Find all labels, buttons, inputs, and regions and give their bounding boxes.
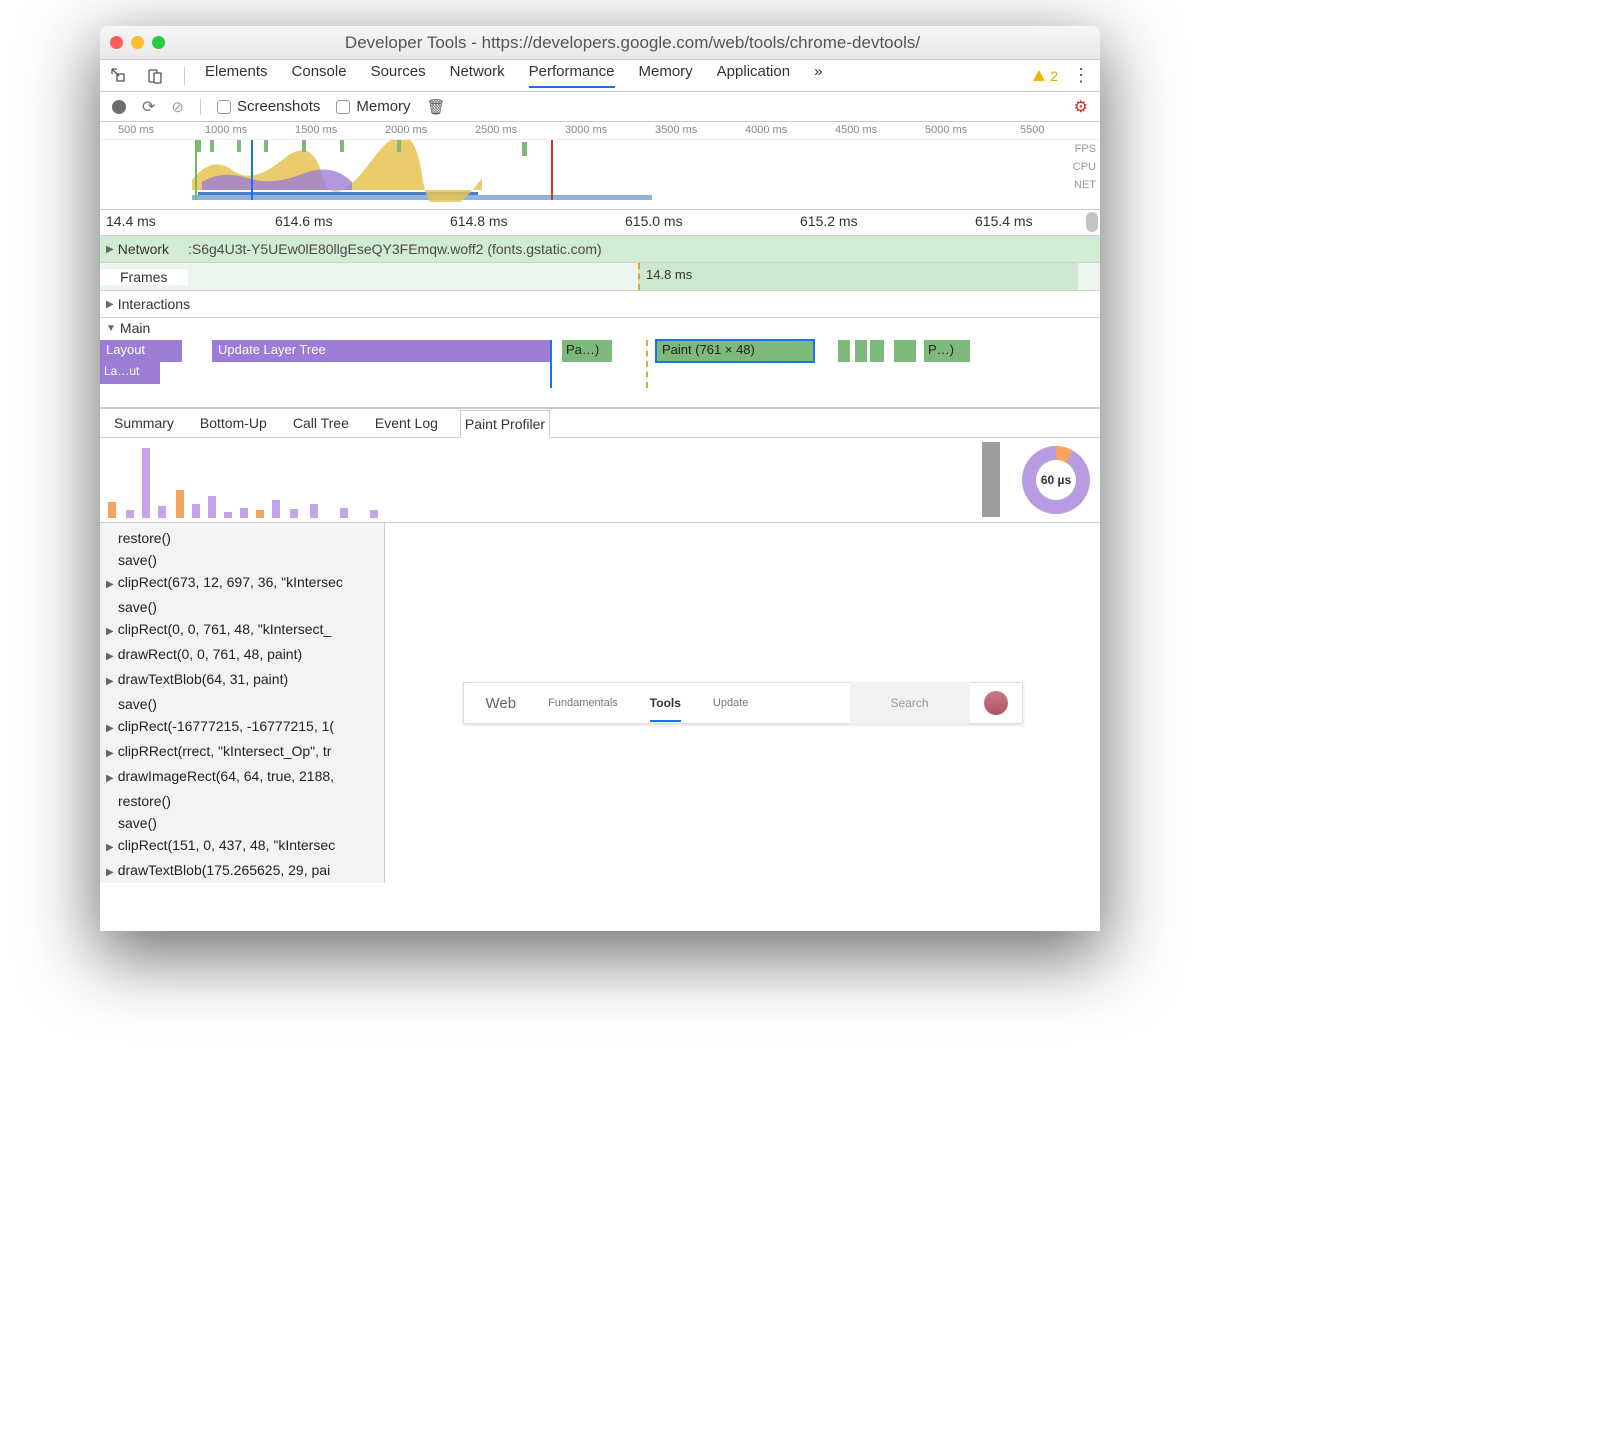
reload-record-button[interactable]: ⟳ (142, 97, 155, 117)
bar-paint-seg[interactable] (894, 340, 916, 362)
frame-boundary-cursor (646, 340, 648, 388)
overview-timeline[interactable]: 500 ms 1000 ms 1500 ms 2000 ms 2500 ms 3… (100, 122, 1100, 210)
bar-update-layer-tree[interactable]: Update Layer Tree (212, 340, 550, 362)
interactions-track[interactable]: ▶Interactions (100, 291, 1100, 318)
tab-console[interactable]: Console (292, 63, 347, 88)
paint-command[interactable]: ▶drawTextBlob(175.265625, 29, pai (100, 859, 384, 883)
settings-gear-icon[interactable]: ⚙ (1074, 97, 1088, 117)
clear-button[interactable]: ⊘ (171, 98, 184, 116)
minimize-icon[interactable] (131, 36, 144, 49)
bar-paint-selected[interactable]: Paint (761 × 48) (656, 340, 814, 362)
paint-command[interactable]: restore() (100, 527, 384, 549)
tab-paint-profiler[interactable]: Paint Profiler (460, 410, 550, 438)
paint-preview: Web Fundamentals Tools Update Search (385, 523, 1100, 883)
vertical-scrollbar[interactable] (1086, 212, 1098, 232)
avatar[interactable] (984, 691, 1008, 715)
tab-summary[interactable]: Summary (110, 410, 178, 436)
tab-sources[interactable]: Sources (371, 63, 426, 88)
bar-paint-seg[interactable] (838, 340, 850, 362)
memory-checkbox[interactable]: Memory (336, 98, 410, 115)
preview-nav-tools[interactable]: Tools (650, 696, 681, 722)
playhead-cursor[interactable] (550, 340, 552, 388)
paint-command[interactable]: ▶clipRRect(rrect, "kIntersect_Op", tr (100, 740, 384, 765)
paint-command[interactable]: ▶clipRect(673, 12, 697, 36, "kIntersec (100, 571, 384, 596)
paint-command[interactable]: ▶drawTextBlob(64, 31, paint) (100, 668, 384, 693)
overview-lane-labels: FPS CPU NET (1073, 140, 1096, 194)
paint-profiler-timeline[interactable]: 60 µs (100, 438, 1100, 523)
traffic-lights (110, 36, 165, 49)
paint-command[interactable]: ▶clipRect(-16777215, -16777215, 1( (100, 715, 384, 740)
paint-command[interactable]: ▶clipRect(151, 0, 437, 48, "kIntersec (100, 834, 384, 859)
preview-nav-fundamentals[interactable]: Fundamentals (548, 697, 618, 709)
paint-command[interactable]: ▶drawRect(0, 0, 761, 48, paint) (100, 643, 384, 668)
profiler-bars[interactable] (100, 438, 1012, 522)
main-track[interactable]: ▼Main Layout Update Layer Tree La…ut Pa…… (100, 318, 1100, 390)
bar-paint-1[interactable]: Pa…) (562, 340, 612, 362)
close-icon[interactable] (110, 36, 123, 49)
flame-chart[interactable]: ▶Network :S6g4U3t-Y5UEw0lE80llgEseQY3FEm… (100, 236, 1100, 408)
network-track[interactable]: ▶Network :S6g4U3t-Y5UEw0lE80llgEseQY3FEm… (100, 236, 1100, 263)
frame-block[interactable]: 14.8 ms (638, 263, 1078, 290)
tab-event-log[interactable]: Event Log (371, 410, 442, 436)
tab-performance[interactable]: Performance (529, 63, 615, 88)
bar-layout[interactable]: Layout (100, 340, 182, 362)
paint-command[interactable]: ▶drawImageRect(64, 64, true, 2188, (100, 765, 384, 790)
paint-command[interactable]: save() (100, 812, 384, 834)
warnings-indicator[interactable]: 2 (1032, 68, 1058, 84)
overview-ticks: 500 ms 1000 ms 1500 ms 2000 ms 2500 ms 3… (100, 122, 1100, 140)
titlebar[interactable]: Developer Tools - https://developers.goo… (100, 26, 1100, 60)
devtools-window: Developer Tools - https://developers.goo… (100, 26, 1100, 931)
panel-toolbar: Elements Console Sources Network Perform… (100, 60, 1100, 92)
panel-tabs: Elements Console Sources Network Perform… (205, 63, 822, 88)
tab-bottom-up[interactable]: Bottom-Up (196, 410, 271, 436)
paint-command[interactable]: restore() (100, 790, 384, 812)
trash-icon[interactable]: 🗑 (427, 98, 446, 116)
tab-network[interactable]: Network (450, 63, 505, 88)
bar-paint-2[interactable]: P…) (924, 340, 970, 362)
frames-track[interactable]: Frames 14.8 ms (100, 263, 1100, 291)
preview-nav-web[interactable]: Web (486, 695, 517, 712)
detail-tabs: Summary Bottom-Up Call Tree Event Log Pa… (100, 408, 1100, 438)
tabs-overflow-icon[interactable]: » (814, 63, 822, 88)
paint-command[interactable]: ▶clipRect(0, 0, 761, 48, "kIntersect_ (100, 618, 384, 643)
preview-search-box[interactable]: Search (850, 682, 970, 724)
bar-layout-sub[interactable]: La…ut (100, 362, 160, 384)
preview-nav-updates[interactable]: Update (713, 697, 748, 709)
preview-rendered-content: Web Fundamentals Tools Update Search (463, 682, 1023, 724)
paint-profiler-split: restore()save()▶clipRect(673, 12, 697, 3… (100, 523, 1100, 883)
inspect-element-icon[interactable] (110, 67, 128, 85)
tab-application[interactable]: Application (717, 63, 790, 88)
paint-command[interactable]: save() (100, 693, 384, 715)
screenshots-checkbox[interactable]: Screenshots (217, 98, 320, 115)
detail-ruler[interactable]: 14.4 ms 614.6 ms 614.8 ms 615.0 ms 615.2… (100, 210, 1100, 236)
profiler-scrubber[interactable] (982, 442, 1000, 517)
paint-command[interactable]: save() (100, 549, 384, 571)
profiler-donut: 60 µs (1022, 446, 1090, 514)
paint-command-list[interactable]: restore()save()▶clipRect(673, 12, 697, 3… (100, 523, 385, 883)
overview-activity-graph (192, 140, 652, 202)
bar-paint-seg[interactable] (855, 340, 867, 362)
more-icon[interactable]: ⋮ (1072, 65, 1090, 86)
bar-paint-seg[interactable] (870, 340, 884, 362)
tab-elements[interactable]: Elements (205, 63, 268, 88)
warnings-count: 2 (1050, 68, 1058, 84)
tab-call-tree[interactable]: Call Tree (289, 410, 353, 436)
paint-command[interactable]: save() (100, 596, 384, 618)
device-mode-icon[interactable] (146, 67, 164, 85)
window-title: Developer Tools - https://developers.goo… (175, 33, 1090, 53)
network-request-label[interactable]: :S6g4U3t-Y5UEw0lE80llgEseQY3FEmqw.woff2 … (188, 241, 602, 257)
zoom-icon[interactable] (152, 36, 165, 49)
tab-memory[interactable]: Memory (639, 63, 693, 88)
record-button[interactable] (112, 100, 126, 114)
perf-toolbar: ⟳ ⊘ Screenshots Memory 🗑 ⚙ (100, 92, 1100, 122)
